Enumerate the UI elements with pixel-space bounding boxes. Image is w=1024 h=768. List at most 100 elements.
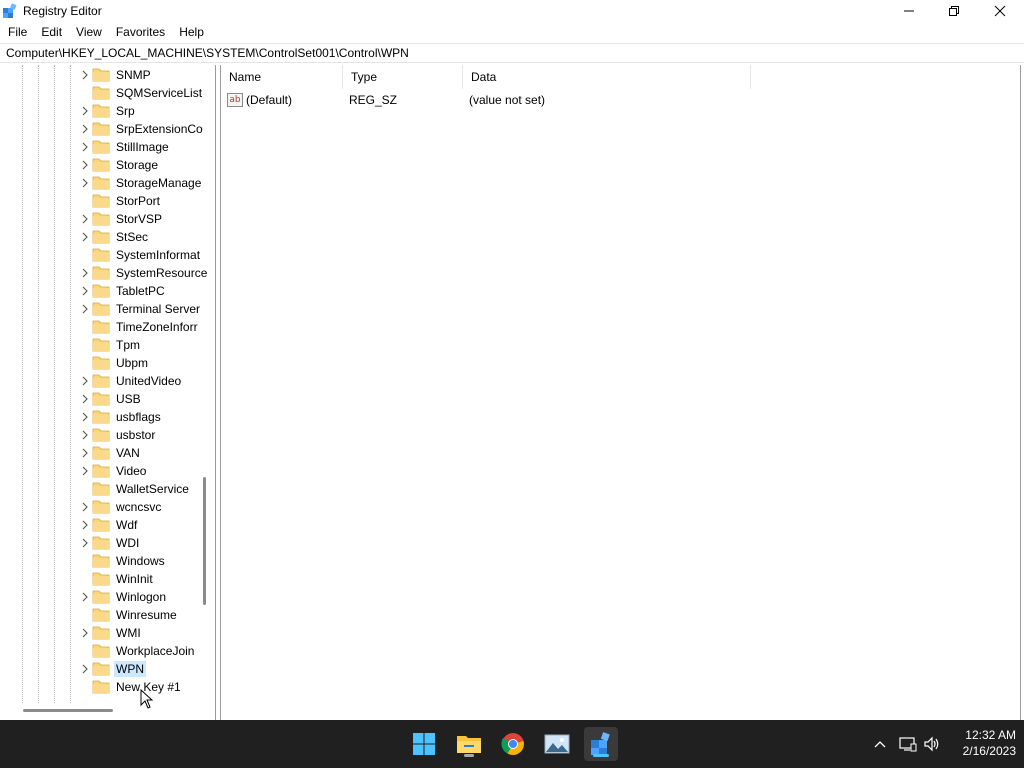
tree-node[interactable]: StorVSP xyxy=(78,210,164,228)
folder-icon xyxy=(92,356,110,370)
tree-node[interactable]: WinInit xyxy=(78,570,155,588)
network-button[interactable] xyxy=(897,720,919,768)
chevron-right-icon[interactable] xyxy=(78,516,92,534)
chevron-right-icon[interactable] xyxy=(78,66,92,84)
tree-node[interactable]: Tpm xyxy=(78,336,142,354)
tree-node[interactable]: SystemInformat xyxy=(78,246,202,264)
chevron-right-icon[interactable] xyxy=(78,120,92,138)
folder-icon xyxy=(92,590,110,604)
tree-node[interactable]: Windows xyxy=(78,552,167,570)
menu-edit[interactable]: Edit xyxy=(41,25,62,39)
chrome-button[interactable] xyxy=(496,727,530,761)
menu-favorites[interactable]: Favorites xyxy=(116,25,165,39)
chevron-right-icon[interactable] xyxy=(78,264,92,282)
chevron-right-icon[interactable] xyxy=(78,156,92,174)
tree-node[interactable]: WorkplaceJoin xyxy=(78,642,196,660)
chevron-right-icon[interactable] xyxy=(78,498,92,516)
chevron-right-icon[interactable] xyxy=(78,228,92,246)
chevron-right-icon[interactable] xyxy=(78,462,92,480)
chevron-right-icon[interactable] xyxy=(78,624,92,642)
tree-node[interactable]: usbstor xyxy=(78,426,157,444)
tree-node-label: Storage xyxy=(116,158,159,172)
tree-node[interactable]: WalletService xyxy=(78,480,191,498)
tree-node[interactable]: StSec xyxy=(78,228,150,246)
tree-node-label: wcncsvc xyxy=(116,500,162,514)
photos-button[interactable] xyxy=(540,727,574,761)
address-path[interactable]: Computer\HKEY_LOCAL_MACHINE\SYSTEM\Contr… xyxy=(6,46,409,60)
tree-node[interactable]: Ubpm xyxy=(78,354,150,372)
chevron-right-icon[interactable] xyxy=(78,174,92,192)
tree-node[interactable]: Wdf xyxy=(78,516,139,534)
chevron-right-icon[interactable] xyxy=(78,282,92,300)
tree-node[interactable]: Srp xyxy=(78,102,137,120)
column-header-type[interactable]: Type xyxy=(343,65,463,89)
title-bar: Registry Editor xyxy=(0,0,1024,22)
tree-node[interactable]: StorageManage xyxy=(78,174,203,192)
tree-node[interactable]: WDI xyxy=(78,534,141,552)
active-indicator xyxy=(593,754,609,757)
chevron-right-icon[interactable] xyxy=(78,210,92,228)
value-row[interactable]: ab (Default) REG_SZ (value not set) xyxy=(221,91,761,109)
tree-node-label: StorageManage xyxy=(116,176,202,190)
chevron-right-icon[interactable] xyxy=(78,426,92,444)
values-list[interactable]: Name Type Data ab (Default) REG_SZ (valu… xyxy=(220,65,1024,720)
tree-guide-line xyxy=(38,65,39,705)
tree-node[interactable]: Terminal Server xyxy=(78,300,202,318)
chevron-right-icon[interactable] xyxy=(78,138,92,156)
chevron-right-icon[interactable] xyxy=(78,588,92,606)
tree-node[interactable]: Video xyxy=(78,462,148,480)
tree-node[interactable]: SQMServiceList xyxy=(78,84,204,102)
window-title: Registry Editor xyxy=(23,4,102,18)
start-button[interactable] xyxy=(407,727,441,761)
tree-node[interactable]: WMI xyxy=(78,624,143,642)
folder-icon xyxy=(92,158,110,172)
tree-node[interactable]: VAN xyxy=(78,444,142,462)
close-icon xyxy=(994,5,1005,17)
address-bar[interactable]: Computer\HKEY_LOCAL_MACHINE\SYSTEM\Contr… xyxy=(0,43,1024,63)
tree-node[interactable]: WPN xyxy=(78,660,146,678)
tree-node[interactable]: Storage xyxy=(78,156,160,174)
tree-node[interactable]: SNMP xyxy=(78,66,153,84)
volume-button[interactable] xyxy=(921,720,943,768)
tree-node-label: WinInit xyxy=(116,572,153,586)
tree-node[interactable]: New Key #1 xyxy=(78,678,183,696)
tree-node[interactable]: StillImage xyxy=(78,138,171,156)
registry-editor-taskbar-button[interactable] xyxy=(584,727,618,761)
tree-node[interactable]: TimeZoneInforr xyxy=(78,318,200,336)
tree-node[interactable]: StorPort xyxy=(78,192,162,210)
restore-button[interactable] xyxy=(931,0,976,22)
show-hidden-icons-button[interactable] xyxy=(870,720,890,768)
tree-node[interactable]: SrpExtensionCo xyxy=(78,120,205,138)
chevron-right-icon[interactable] xyxy=(78,534,92,552)
menu-view[interactable]: View xyxy=(76,25,102,39)
close-button[interactable] xyxy=(977,0,1022,22)
tree-node[interactable]: SystemResource xyxy=(78,264,209,282)
chevron-right-icon[interactable] xyxy=(78,102,92,120)
clock[interactable]: 12:32 AM 2/16/2023 xyxy=(944,727,1016,759)
minimize-button[interactable] xyxy=(886,0,931,22)
tree-node[interactable]: usbflags xyxy=(78,408,163,426)
tree-node[interactable]: USB xyxy=(78,390,143,408)
tree-horizontal-scrollbar[interactable] xyxy=(23,709,113,712)
tree-vertical-scrollbar[interactable] xyxy=(203,477,206,605)
chevron-right-icon[interactable] xyxy=(78,300,92,318)
tree-node[interactable]: UnitedVideo xyxy=(78,372,183,390)
column-header-data[interactable]: Data xyxy=(463,65,751,89)
registry-tree[interactable]: SNMP SQMServiceList Srp SrpExtensionCo Still… xyxy=(0,65,216,720)
tree-node[interactable]: Winresume xyxy=(78,606,179,624)
folder-icon xyxy=(92,464,110,478)
chevron-right-icon[interactable] xyxy=(78,444,92,462)
menu-file[interactable]: File xyxy=(8,25,27,39)
chevron-right-icon[interactable] xyxy=(78,408,92,426)
file-explorer-button[interactable] xyxy=(452,727,486,761)
tree-node[interactable]: wcncsvc xyxy=(78,498,163,516)
chevron-right-icon[interactable] xyxy=(78,390,92,408)
column-header-name[interactable]: Name xyxy=(221,65,343,89)
tree-guide-line xyxy=(54,65,55,705)
chevron-right-icon[interactable] xyxy=(78,660,92,678)
tree-node[interactable]: TabletPC xyxy=(78,282,167,300)
tree-node[interactable]: Winlogon xyxy=(78,588,168,606)
menu-help[interactable]: Help xyxy=(179,25,204,39)
chevron-right-icon[interactable] xyxy=(78,372,92,390)
